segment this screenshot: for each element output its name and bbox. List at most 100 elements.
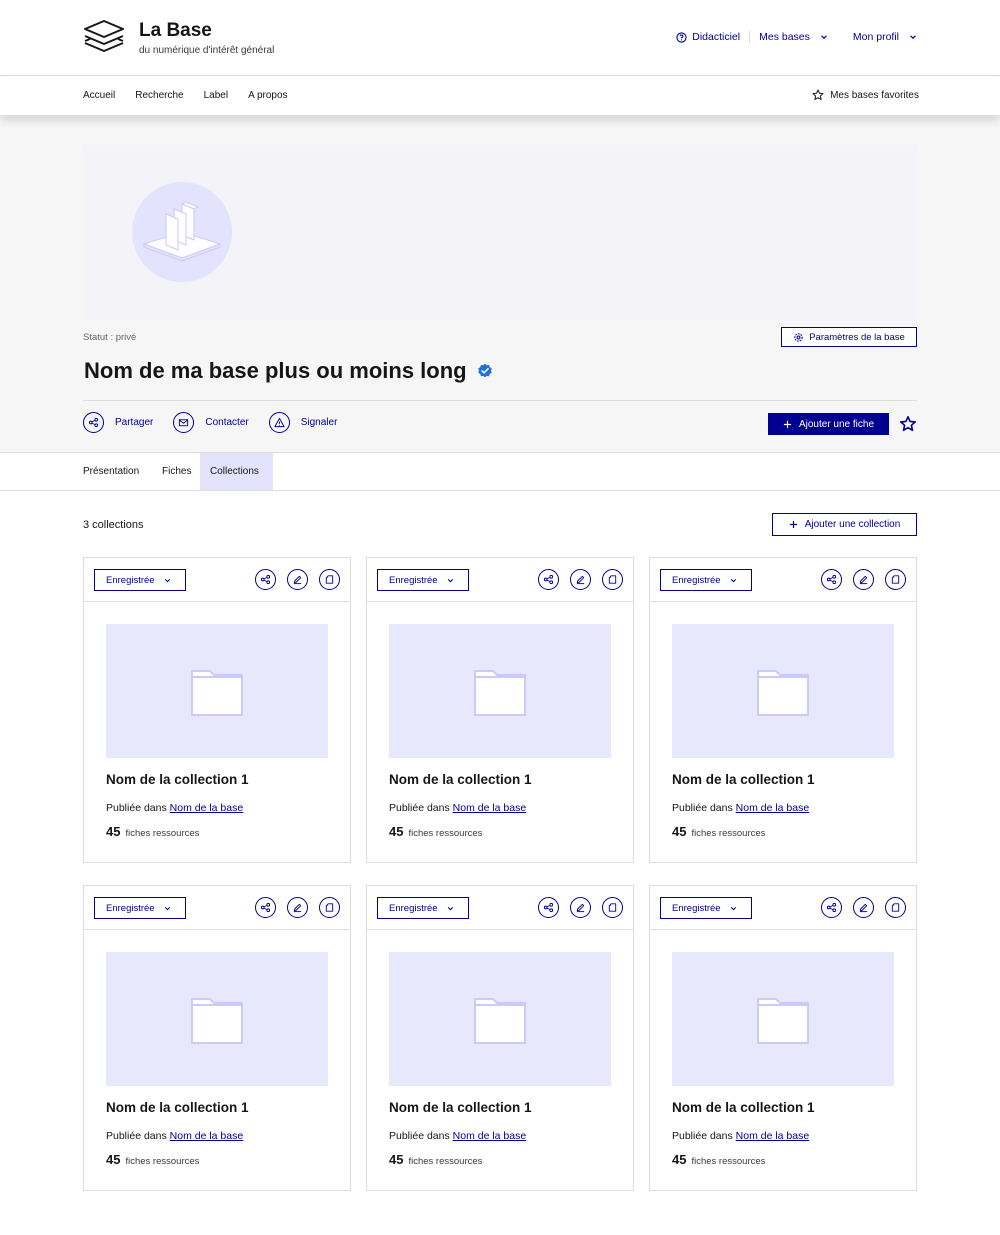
collection-card[interactable]: Enregistrée Nom de la collection 1 Publi… — [649, 557, 917, 863]
nav-item-a-propos[interactable]: A propos — [248, 90, 287, 101]
edit-pencil-icon[interactable] — [287, 897, 308, 918]
nav-items: Accueil Recherche Label A propos — [83, 90, 288, 101]
brand-subtitle: du numérique d'intérêt général — [139, 45, 275, 56]
tab-collections[interactable]: Collections — [200, 453, 273, 490]
collection-card[interactable]: Enregistrée Nom de la collection 1 Publi… — [366, 885, 634, 1191]
collection-thumbnail — [672, 624, 894, 758]
saved-dropdown[interactable]: Enregistrée — [94, 897, 186, 919]
share-icon[interactable] — [538, 897, 559, 918]
layers-logo-icon[interactable] — [82, 18, 126, 58]
my-profile-dropdown[interactable]: Mon profil — [853, 31, 918, 43]
hero-divider — [83, 400, 917, 401]
collection-name[interactable]: Nom de la collection 1 — [389, 772, 532, 787]
chevron-down-icon — [910, 35, 916, 40]
base-avatar — [132, 182, 232, 282]
tab-presentation[interactable]: Présentation — [83, 453, 139, 490]
collection-published-in: Publiée dans Nom de la base — [389, 1130, 526, 1142]
share-icon[interactable] — [255, 569, 276, 590]
add-fiche-label: Ajouter une fiche — [798, 418, 875, 430]
copy-icon[interactable] — [319, 897, 340, 918]
base-link[interactable]: Nom de la base — [170, 1130, 244, 1142]
resource-count-label: fiches ressources — [125, 828, 200, 839]
favorite-bases-link[interactable]: Mes bases favorites — [812, 89, 919, 101]
collection-name[interactable]: Nom de la collection 1 — [672, 1100, 815, 1115]
saved-dropdown[interactable]: Enregistrée — [660, 897, 752, 919]
edit-pencil-icon[interactable] — [853, 897, 874, 918]
collection-card[interactable]: Enregistrée Nom de la collection 1 Publi… — [649, 885, 917, 1191]
base-link[interactable]: Nom de la base — [170, 802, 244, 814]
base-link[interactable]: Nom de la base — [453, 802, 527, 814]
saved-dropdown[interactable]: Enregistrée — [377, 569, 469, 591]
nav-item-recherche[interactable]: Recherche — [135, 90, 183, 101]
share-icon[interactable] — [821, 897, 842, 918]
collection-name[interactable]: Nom de la collection 1 — [106, 1100, 249, 1115]
share-action[interactable]: Partager — [83, 412, 153, 433]
nav-item-accueil[interactable]: Accueil — [83, 90, 115, 101]
edit-pencil-icon[interactable] — [287, 569, 308, 590]
copy-icon[interactable] — [885, 569, 906, 590]
tab-fiches[interactable]: Fiches — [162, 453, 191, 490]
collection-card-toolbar: Enregistrée — [650, 886, 916, 930]
base-settings-button[interactable]: Paramètres de la base — [781, 327, 917, 347]
saved-label: Enregistrée — [106, 574, 155, 586]
plus-icon — [783, 420, 792, 428]
saved-label: Enregistrée — [672, 902, 721, 914]
collection-card[interactable]: Enregistrée Nom de la collection 1 Publi… — [83, 885, 351, 1191]
copy-icon[interactable] — [885, 897, 906, 918]
collection-card-actions — [821, 897, 906, 918]
add-fiche-button[interactable]: Ajouter une fiche — [768, 413, 889, 435]
base-link[interactable]: Nom de la base — [736, 1130, 810, 1142]
nav-item-label[interactable]: Label — [204, 90, 228, 101]
my-bases-dropdown[interactable]: Mes bases — [759, 31, 829, 43]
contact-action[interactable]: Contacter — [173, 412, 249, 433]
collection-card[interactable]: Enregistrée Nom de la collection 1 Publi… — [83, 557, 351, 863]
tutorial-label: Didacticiel — [692, 31, 741, 43]
collection-card[interactable]: Enregistrée Nom de la collection 1 Publi… — [366, 557, 634, 863]
share-icon[interactable] — [538, 569, 559, 590]
collection-resource-count: 45 fiches ressources — [672, 824, 765, 839]
add-collection-button[interactable]: Ajouter une collection — [772, 513, 917, 536]
share-icon[interactable] — [255, 897, 276, 918]
base-link[interactable]: Nom de la base — [453, 1130, 527, 1142]
collection-card-actions — [821, 569, 906, 590]
brand-title[interactable]: La Base — [139, 20, 212, 42]
edit-pencil-icon[interactable] — [853, 569, 874, 590]
collection-thumbnail — [389, 624, 611, 758]
copy-icon[interactable] — [602, 569, 623, 590]
resource-count-label: fiches ressources — [408, 1156, 483, 1167]
collection-name[interactable]: Nom de la collection 1 — [389, 1100, 532, 1115]
chevron-down-icon — [730, 578, 736, 582]
base-settings-label: Paramètres de la base — [809, 331, 905, 343]
add-collection-label: Ajouter une collection — [804, 519, 901, 530]
base-link[interactable]: Nom de la base — [736, 802, 810, 814]
documents-illustration-icon — [142, 201, 222, 262]
base-title: Nom de ma base plus ou moins long — [84, 358, 467, 383]
collection-name[interactable]: Nom de la collection 1 — [106, 772, 249, 787]
resource-count-value: 45 — [106, 1152, 121, 1167]
saved-dropdown[interactable]: Enregistrée — [377, 897, 469, 919]
collection-card-toolbar: Enregistrée — [367, 558, 633, 602]
tutorial-link[interactable]: Didacticiel — [676, 31, 740, 43]
edit-pencil-icon[interactable] — [570, 569, 591, 590]
help-circle-icon — [676, 31, 687, 43]
resource-count-value: 45 — [106, 824, 121, 839]
saved-label: Enregistrée — [106, 902, 155, 914]
base-banner — [83, 145, 917, 320]
saved-dropdown[interactable]: Enregistrée — [660, 569, 752, 591]
resource-count-label: fiches ressources — [691, 828, 766, 839]
saved-dropdown[interactable]: Enregistrée — [94, 569, 186, 591]
chevron-down-icon — [164, 906, 170, 910]
share-icon[interactable] — [821, 569, 842, 590]
my-profile-label: Mon profil — [852, 31, 899, 43]
favorite-star-icon[interactable] — [899, 415, 917, 433]
collection-thumbnail — [106, 624, 328, 758]
copy-icon[interactable] — [602, 897, 623, 918]
edit-pencil-icon[interactable] — [570, 897, 591, 918]
saved-label: Enregistrée — [389, 902, 438, 914]
plus-icon — [789, 520, 797, 529]
report-action[interactable]: Signaler — [268, 412, 337, 433]
copy-icon[interactable] — [319, 569, 340, 590]
collection-name[interactable]: Nom de la collection 1 — [672, 772, 815, 787]
base-actions: Partager Contacter Signaler — [83, 412, 337, 433]
folder-icon — [757, 998, 809, 1044]
